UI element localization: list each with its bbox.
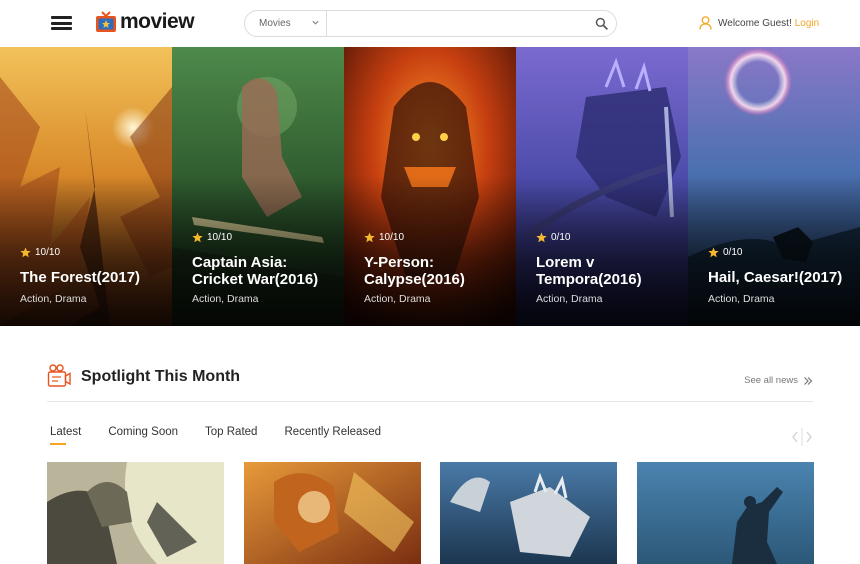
- featured-movies-slider: 10/10 The Forest(2017) Action, Drama 10/…: [0, 47, 860, 326]
- movie-card[interactable]: 0/10 Hail, Caesar!(2017) Action, Drama: [688, 47, 860, 326]
- movie-thumbnail[interactable]: [244, 462, 421, 564]
- movie-card[interactable]: 10/10 The Forest(2017) Action, Drama: [0, 47, 172, 326]
- spotlight-tabs: Latest Coming Soon Top Rated Recently Re…: [50, 426, 408, 446]
- chevron-left-icon[interactable]: [790, 430, 800, 444]
- movie-title[interactable]: Lorem v Tempora(2016): [536, 252, 686, 288]
- tab-recently-released[interactable]: Recently Released: [284, 426, 381, 446]
- movie-title[interactable]: Hail, Caesar!(2017): [708, 269, 858, 286]
- movie-thumbnail[interactable]: [47, 462, 224, 564]
- star-icon: [536, 232, 547, 243]
- movie-genre: Action, Drama: [536, 293, 603, 305]
- hamburger-icon[interactable]: [51, 16, 72, 30]
- rating-value: 0/10: [551, 232, 571, 243]
- search-bar: Movies: [244, 10, 617, 37]
- chevron-right-icon[interactable]: [804, 430, 814, 444]
- title-line: Calypse(2016): [364, 271, 465, 288]
- search-category-label: Movies: [259, 18, 291, 29]
- movie-rating: 10/10: [192, 232, 232, 243]
- thumbnail-image: [637, 462, 814, 564]
- movie-card[interactable]: 10/10 Y-Person: Calypse(2016) Action, Dr…: [344, 47, 516, 326]
- movie-rating: 0/10: [708, 247, 742, 258]
- star-icon: [364, 232, 375, 243]
- title-line: The Forest(2017): [20, 269, 141, 286]
- tv-logo-icon: [96, 11, 116, 32]
- movie-rating: 0/10: [536, 232, 570, 243]
- carousel-nav: [790, 428, 814, 446]
- see-all-label: See all news: [744, 375, 798, 386]
- movie-rating: 10/10: [20, 247, 60, 258]
- rating-value: 10/10: [35, 247, 61, 258]
- search-category-select[interactable]: Movies: [245, 11, 327, 36]
- double-chevron-right-icon: [804, 376, 813, 385]
- movie-genre: Action, Drama: [708, 293, 775, 305]
- title-line: Captain Asia:: [192, 254, 288, 271]
- movie-title[interactable]: The Forest(2017): [20, 269, 170, 286]
- tab-top-rated[interactable]: Top Rated: [205, 426, 257, 446]
- rating-value: 10/10: [207, 232, 233, 243]
- search-button[interactable]: [586, 11, 616, 36]
- site-logo[interactable]: moview: [95, 9, 195, 35]
- user-icon: [699, 16, 712, 30]
- chevron-down-icon: [312, 20, 319, 25]
- site-header: moview Movies Welcome Guest! Login: [0, 0, 860, 47]
- tab-latest[interactable]: Latest: [50, 426, 81, 446]
- movie-rating: 10/10: [364, 232, 404, 243]
- movie-card[interactable]: 10/10 Captain Asia: Cricket War(2016) Ac…: [172, 47, 344, 326]
- title-line: Tempora(2016): [536, 271, 642, 288]
- movie-thumbnail[interactable]: [637, 462, 814, 564]
- star-icon: [20, 247, 31, 258]
- film-camera-icon: [47, 364, 71, 387]
- thumbnail-image: [440, 462, 617, 564]
- welcome-area: Welcome Guest! Login: [699, 15, 819, 31]
- title-line: Y-Person:: [364, 254, 435, 271]
- star-icon: [708, 247, 719, 258]
- rating-value: 0/10: [723, 247, 743, 258]
- movie-card[interactable]: 0/10 Lorem v Tempora(2016) Action, Drama: [516, 47, 688, 326]
- title-line: Hail, Caesar!(2017): [708, 269, 843, 286]
- see-all-news-link[interactable]: See all news: [744, 375, 813, 386]
- logo-text: moview: [120, 10, 195, 33]
- title-line: Cricket War(2016): [192, 271, 319, 288]
- movie-thumbnail[interactable]: [440, 462, 617, 564]
- spotlight-header: Spotlight This Month See all news: [47, 362, 813, 402]
- thumbnail-image: [244, 462, 421, 564]
- movie-genre: Action, Drama: [20, 293, 87, 305]
- tab-coming-soon[interactable]: Coming Soon: [108, 426, 178, 446]
- movie-genre: Action, Drama: [364, 293, 431, 305]
- search-input[interactable]: [327, 11, 586, 36]
- login-link[interactable]: Login: [795, 18, 819, 29]
- movie-genre: Action, Drama: [192, 293, 259, 305]
- movie-title[interactable]: Y-Person: Calypse(2016): [364, 252, 514, 288]
- search-icon: [595, 17, 608, 30]
- rating-value: 10/10: [379, 232, 405, 243]
- star-icon: [192, 232, 203, 243]
- section-title: Spotlight This Month: [81, 368, 241, 385]
- welcome-text: Welcome Guest!: [718, 17, 792, 29]
- title-line: Lorem v: [536, 254, 595, 271]
- spotlight-thumbnails: [47, 462, 814, 564]
- thumbnail-image: [47, 462, 224, 564]
- movie-title[interactable]: Captain Asia: Cricket War(2016): [192, 252, 342, 288]
